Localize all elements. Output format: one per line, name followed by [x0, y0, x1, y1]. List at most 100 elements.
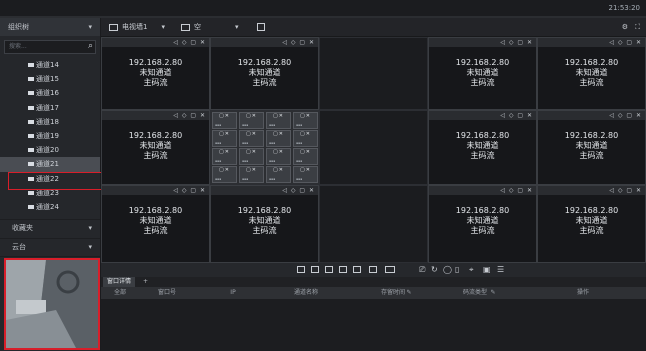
- trash-icon[interactable]: ▯: [455, 265, 459, 275]
- mini-window[interactable]: ▢✕ ▪▪▪: [239, 130, 264, 147]
- search-icon[interactable]: ⌕: [88, 40, 93, 52]
- cell-toolbar[interactable]: ◁ ◇ ▢ ✕: [102, 186, 209, 195]
- chevron-down-icon[interactable]: ▾: [88, 220, 92, 236]
- mini-window[interactable]: ▢✕ ▪▪▪: [212, 148, 237, 165]
- mini-toolbar[interactable]: ▢✕: [240, 167, 263, 173]
- channel-item[interactable]: 通道14: [0, 58, 100, 72]
- pin-icon[interactable]: ⌖: [469, 265, 474, 275]
- channel-item[interactable]: 通道15: [0, 72, 100, 86]
- column-header[interactable]: 窗口号: [147, 287, 187, 299]
- mini-window[interactable]: ▢✕ ▪▪▪: [212, 112, 237, 129]
- mini-window[interactable]: ▢✕ ▪▪▪: [293, 166, 318, 183]
- video-cell-empty[interactable]: [319, 37, 428, 110]
- layout-4x4-icon[interactable]: [339, 266, 347, 273]
- mini-window[interactable]: ▢✕ ▪▪▪: [266, 112, 291, 129]
- save-button[interactable]: [257, 18, 269, 36]
- list-icon[interactable]: ☰: [497, 265, 504, 275]
- mini-toolbar[interactable]: ▢✕: [213, 113, 236, 119]
- cell-toolbar[interactable]: ◁ ◇ ▢ ✕: [102, 38, 209, 47]
- chevron-down-icon[interactable]: ▾: [88, 18, 92, 36]
- video-cell[interactable]: ◁ ◇ ▢ ✕ 192.168.2.80 未知通道 主码流: [537, 185, 646, 263]
- add-tab-button[interactable]: +: [143, 277, 148, 287]
- mini-toolbar[interactable]: ▢✕: [267, 131, 290, 137]
- video-cell-empty[interactable]: [319, 185, 428, 263]
- channel-item[interactable]: 通道16: [0, 86, 100, 100]
- video-cell[interactable]: ◁ ◇ ▢ ✕ 192.168.2.80 未知通道 主码流: [210, 185, 319, 263]
- mini-toolbar[interactable]: ▢✕: [267, 113, 290, 119]
- org-tree-header[interactable]: 组织树 ▾: [0, 18, 100, 36]
- layout-5x5-icon[interactable]: [353, 266, 361, 273]
- layout-nxm-icon[interactable]: [385, 266, 395, 273]
- channel-item[interactable]: 通道19: [0, 129, 100, 143]
- cell-toolbar[interactable]: ◁ ◇ ▢ ✕: [102, 111, 209, 120]
- mini-toolbar[interactable]: ▢✕: [294, 167, 317, 173]
- image-icon[interactable]: ▣: [483, 265, 491, 275]
- mini-window[interactable]: ▢✕ ▪▪▪: [266, 148, 291, 165]
- fullscreen-button[interactable]: ⛶: [635, 18, 640, 36]
- cell-toolbar[interactable]: ◁ ◇ ▢ ✕: [538, 186, 645, 195]
- mini-window[interactable]: ▢✕ ▪▪▪: [239, 166, 264, 183]
- mini-toolbar[interactable]: ▢✕: [240, 149, 263, 155]
- channel-item[interactable]: 通道17: [0, 101, 100, 115]
- mini-window[interactable]: ▢✕ ▪▪▪: [212, 130, 237, 147]
- column-header[interactable]: 操作: [563, 287, 603, 299]
- column-header[interactable]: 全部: [109, 287, 131, 299]
- cell-toolbar[interactable]: ◁ ◇ ▢ ✕: [538, 38, 645, 47]
- mini-window[interactable]: ▢✕ ▪▪▪: [266, 130, 291, 147]
- mini-toolbar[interactable]: ▢✕: [240, 131, 263, 137]
- mini-window[interactable]: ▢✕ ▪▪▪: [293, 112, 318, 129]
- mini-toolbar[interactable]: ▢✕: [294, 131, 317, 137]
- stop-icon[interactable]: ◯: [443, 265, 452, 275]
- mini-toolbar[interactable]: ▢✕: [294, 113, 317, 119]
- tab-window-details[interactable]: 窗口详情: [103, 277, 136, 287]
- channel-item[interactable]: 通道18: [0, 115, 100, 129]
- favorites-section[interactable]: 收藏夹 ▾: [0, 219, 100, 235]
- mini-toolbar[interactable]: ▢✕: [267, 167, 290, 173]
- layout-3x3-icon[interactable]: [325, 266, 333, 273]
- chevron-down-icon[interactable]: ▾: [88, 239, 92, 255]
- mini-toolbar[interactable]: ▢✕: [213, 149, 236, 155]
- video-cell[interactable]: ◁ ◇ ▢ ✕ 192.168.2.80 未知通道 主码流: [101, 110, 210, 185]
- mini-window[interactable]: ▢✕ ▪▪▪: [212, 166, 237, 183]
- split-cell-4x4[interactable]: ▢✕ ▪▪▪ ▢✕ ▪▪▪ ▢✕ ▪▪▪ ▢✕ ▪▪▪ ▢✕ ▪▪▪ ▢✕ ▪▪▪ ▢✕ ▪▪…: [210, 110, 319, 185]
- mini-toolbar[interactable]: ▢✕: [267, 149, 290, 155]
- cell-toolbar[interactable]: ◁ ◇ ▢ ✕: [429, 186, 536, 195]
- mini-window[interactable]: ▢✕ ▪▪▪: [293, 130, 318, 147]
- ptz-section[interactable]: 云台 ▾: [0, 238, 100, 254]
- mini-window[interactable]: ▢✕ ▪▪▪: [266, 166, 291, 183]
- mini-window[interactable]: ▢✕ ▪▪▪: [239, 148, 264, 165]
- video-cell-empty[interactable]: [319, 110, 428, 185]
- video-cell[interactable]: ◁ ◇ ▢ ✕ 192.168.2.80 未知通道 主码流: [101, 37, 210, 110]
- mini-window[interactable]: ▢✕ ▪▪▪: [293, 148, 318, 165]
- video-cell[interactable]: ◁ ◇ ▢ ✕ 192.168.2.80 未知通道 主码流: [428, 185, 537, 263]
- mini-toolbar[interactable]: ▢✕: [213, 131, 236, 137]
- settings-button[interactable]: ⚙: [622, 18, 628, 36]
- mini-toolbar[interactable]: ▢✕: [213, 167, 236, 173]
- refresh-icon[interactable]: ↻: [431, 265, 438, 275]
- video-cell[interactable]: ◁ ◇ ▢ ✕ 192.168.2.80 未知通道 主码流: [210, 37, 319, 110]
- video-cell[interactable]: ◁ ◇ ▢ ✕ 192.168.2.80 未知通道 主码流: [537, 110, 646, 185]
- cell-toolbar[interactable]: ◁ ◇ ▢ ✕: [211, 38, 318, 47]
- layout-2x2-icon[interactable]: [311, 266, 319, 273]
- mini-toolbar[interactable]: ▢✕: [240, 113, 263, 119]
- cell-toolbar[interactable]: ◁ ◇ ▢ ✕: [429, 38, 536, 47]
- video-cell[interactable]: ◁ ◇ ▢ ✕ 192.168.2.80 未知通道 主码流: [101, 185, 210, 263]
- cell-toolbar[interactable]: ◁ ◇ ▢ ✕: [211, 186, 318, 195]
- monitor-select[interactable]: 电视墙1 ▾: [109, 18, 165, 36]
- search-input[interactable]: 搜索... ⌕: [4, 40, 96, 54]
- video-cell[interactable]: ◁ ◇ ▢ ✕ 192.168.2.80 未知通道 主码流: [537, 37, 646, 110]
- layout-1x1-icon[interactable]: [297, 266, 305, 273]
- mini-toolbar[interactable]: ▢✕: [294, 149, 317, 155]
- channel-item-selected[interactable]: 通道21: [0, 157, 100, 172]
- video-cell[interactable]: ◁ ◇ ▢ ✕ 192.168.2.80 未知通道 主码流: [428, 110, 537, 185]
- column-header[interactable]: 通道名称: [281, 287, 331, 299]
- screen-icon[interactable]: ⎚: [419, 265, 425, 275]
- mini-window[interactable]: ▢✕ ▪▪▪: [239, 112, 264, 129]
- video-cell[interactable]: ◁ ◇ ▢ ✕ 192.168.2.80 未知通道 主码流: [428, 37, 537, 110]
- layout-custom-icon[interactable]: [369, 266, 377, 273]
- column-header[interactable]: IP: [213, 287, 253, 299]
- layout-select[interactable]: 空 ▾: [181, 18, 239, 36]
- preview-thumbnail[interactable]: [4, 258, 100, 350]
- channel-item[interactable]: 通道20: [0, 143, 100, 157]
- edit-icon[interactable]: ✎: [487, 287, 499, 299]
